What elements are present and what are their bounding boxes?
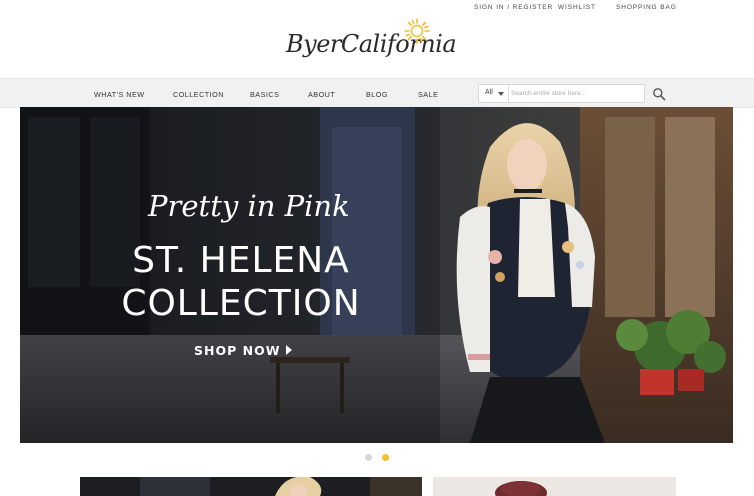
- top-utility-bar: SIGN IN / REGISTER WISHLIST SHOPPING BAG: [0, 0, 754, 16]
- hero-tagline: Pretty in Pink: [148, 189, 350, 223]
- hero-title: ST. HELENA COLLECTION: [106, 239, 376, 325]
- nav-item-whats-new[interactable]: WHAT'S NEW: [94, 90, 145, 99]
- wishlist-link[interactable]: WISHLIST: [558, 4, 596, 11]
- hero-banner[interactable]: Pretty in Pink ST. HELENA COLLECTION SHO…: [20, 107, 733, 443]
- search-scope-select[interactable]: All: [479, 85, 509, 102]
- nav-item-about[interactable]: ABOUT: [308, 90, 335, 99]
- shopping-bag-link[interactable]: SHOPPING BAG: [616, 4, 677, 11]
- search-scope-value: All: [485, 89, 493, 96]
- promo-tile-left-image: [80, 477, 422, 496]
- nav-item-collection[interactable]: COLLECTION: [173, 90, 224, 99]
- search-input[interactable]: [511, 87, 641, 100]
- promo-tile-left[interactable]: [80, 477, 422, 496]
- logo-wordmark: ByerCalifornia: [286, 30, 457, 58]
- nav-item-sale[interactable]: SALE: [418, 90, 438, 99]
- sign-in-register-link[interactable]: SIGN IN / REGISTER: [474, 4, 553, 11]
- main-nav: WHAT'S NEW COLLECTION BASICS ABOUT BLOG …: [0, 78, 754, 108]
- search-icon[interactable]: [652, 87, 666, 101]
- chevron-down-icon: [498, 92, 504, 96]
- promo-tile-right-image: [433, 477, 676, 496]
- promo-tile-right[interactable]: [433, 477, 676, 496]
- nav-item-blog[interactable]: BLOG: [366, 90, 388, 99]
- brand-logo[interactable]: ByerCalifornia: [286, 18, 457, 70]
- sun-icon: [404, 18, 430, 44]
- carousel-dot-1[interactable]: [365, 454, 372, 461]
- shop-now-label: SHOP NOW: [194, 343, 281, 358]
- arrow-right-icon: [286, 345, 293, 355]
- shop-now-button[interactable]: SHOP NOW: [194, 343, 293, 358]
- nav-item-basics[interactable]: BASICS: [250, 90, 279, 99]
- carousel-dot-2-active[interactable]: [382, 454, 389, 461]
- hero-title-line-2: COLLECTION: [121, 283, 361, 324]
- hero-title-line-1: ST. HELENA: [132, 240, 350, 281]
- search-box: All: [478, 84, 645, 103]
